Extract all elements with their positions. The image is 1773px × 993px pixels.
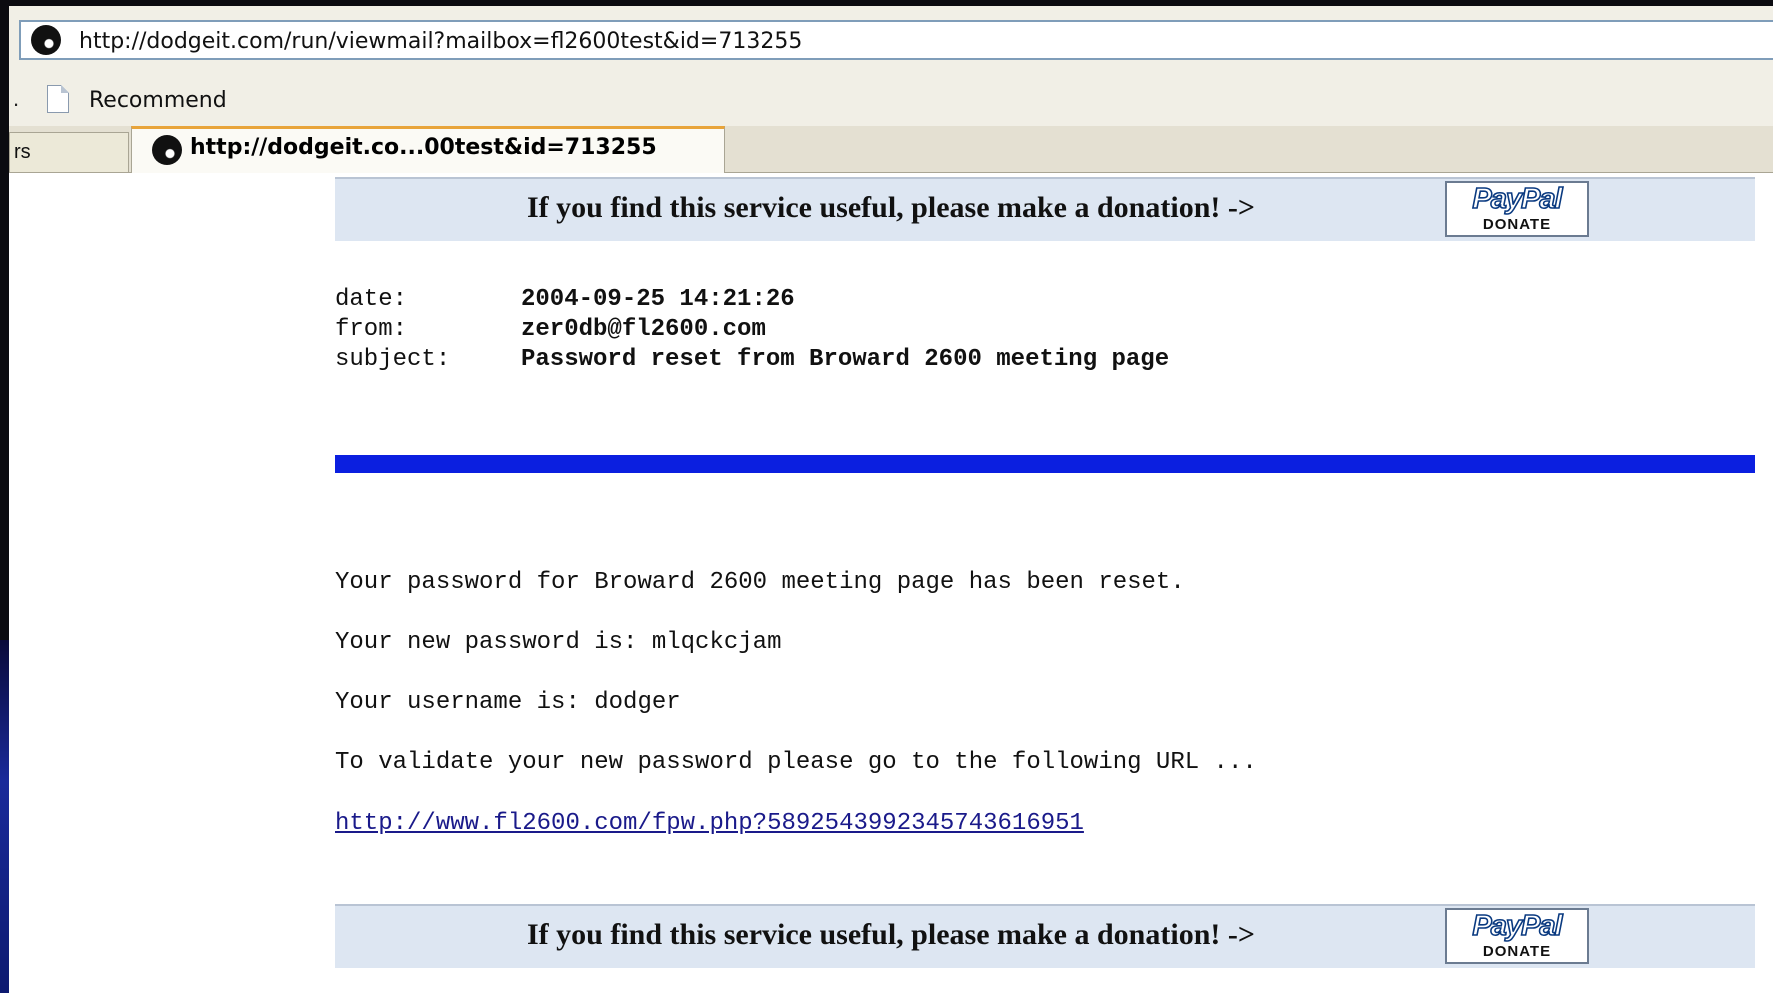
from-row: from: zer0db@fl2600.com	[335, 316, 1169, 346]
date-value: 2004-09-25 14:21:26	[521, 286, 795, 313]
bookmarks-overflow[interactable]: .	[13, 86, 19, 112]
date-label: date:	[335, 286, 408, 313]
body-line-instructions: To validate your new password please go …	[335, 749, 1257, 776]
donation-banner-top: If you find this service useful, please …	[335, 177, 1755, 241]
background-edge	[0, 640, 9, 993]
validation-link[interactable]: http://www.fl2600.com/fpw.php?5892543992…	[335, 810, 1084, 837]
bookmarks-toolbar: . Recommend	[9, 74, 1773, 127]
paypal-donate-label: DONATE	[1482, 216, 1552, 233]
tab-active[interactable]: http://dodgeit.co...00test&id=713255	[131, 126, 725, 173]
page-icon	[47, 85, 69, 113]
address-bar[interactable]: http://dodgeit.com/run/viewmail?mailbox=…	[19, 20, 1773, 60]
subject-label: subject:	[335, 346, 451, 373]
subject-value: Password reset from Broward 2600 meeting…	[521, 346, 1170, 373]
mail-header: date: 2004-09-25 14:21:26 from: zer0db@fl2…	[335, 286, 1169, 376]
tab-active-title: http://dodgeit.co...00test&id=713255	[190, 135, 657, 160]
from-value: zer0db@fl2600.com	[521, 316, 766, 343]
paypal-donate-button[interactable]: PayPal DONATE	[1445, 908, 1589, 964]
message-divider	[335, 455, 1755, 473]
from-label: from:	[335, 316, 408, 343]
tab-site-icon	[152, 135, 182, 165]
browser-window: http://dodgeit.com/run/viewmail?mailbox=…	[9, 6, 1773, 993]
site-icon	[31, 25, 61, 55]
subject-row: subject: Password reset from Broward 2600…	[335, 346, 1169, 376]
donation-text: If you find this service useful, please …	[527, 918, 1255, 951]
address-url[interactable]: http://dodgeit.com/run/viewmail?mailbox=…	[79, 29, 802, 54]
paypal-donate-button[interactable]: PayPal DONATE	[1445, 181, 1589, 237]
body-line-reset: Your password for Broward 2600 meeting p…	[335, 569, 1185, 596]
address-toolbar: http://dodgeit.com/run/viewmail?mailbox=…	[9, 6, 1773, 74]
body-line-username: Your username is: dodger	[335, 689, 681, 716]
body-line-password: Your new password is: mlqckcjam	[335, 629, 782, 656]
paypal-logo: PayPal	[1472, 182, 1564, 216]
paypal-logo: PayPal	[1472, 909, 1564, 943]
tab-inactive-label: rs	[14, 141, 31, 163]
donation-banner-bottom: If you find this service useful, please …	[335, 904, 1755, 968]
donation-text: If you find this service useful, please …	[527, 191, 1255, 224]
date-row: date: 2004-09-25 14:21:26	[335, 286, 1169, 316]
page-content: If you find this service useful, please …	[9, 173, 1773, 993]
tab-strip: rs http://dodgeit.co...00test&id=713255	[9, 126, 1773, 173]
tab-inactive[interactable]: rs	[9, 132, 129, 172]
paypal-donate-label: DONATE	[1482, 943, 1552, 960]
bookmark-recommend[interactable]: Recommend	[89, 88, 227, 113]
